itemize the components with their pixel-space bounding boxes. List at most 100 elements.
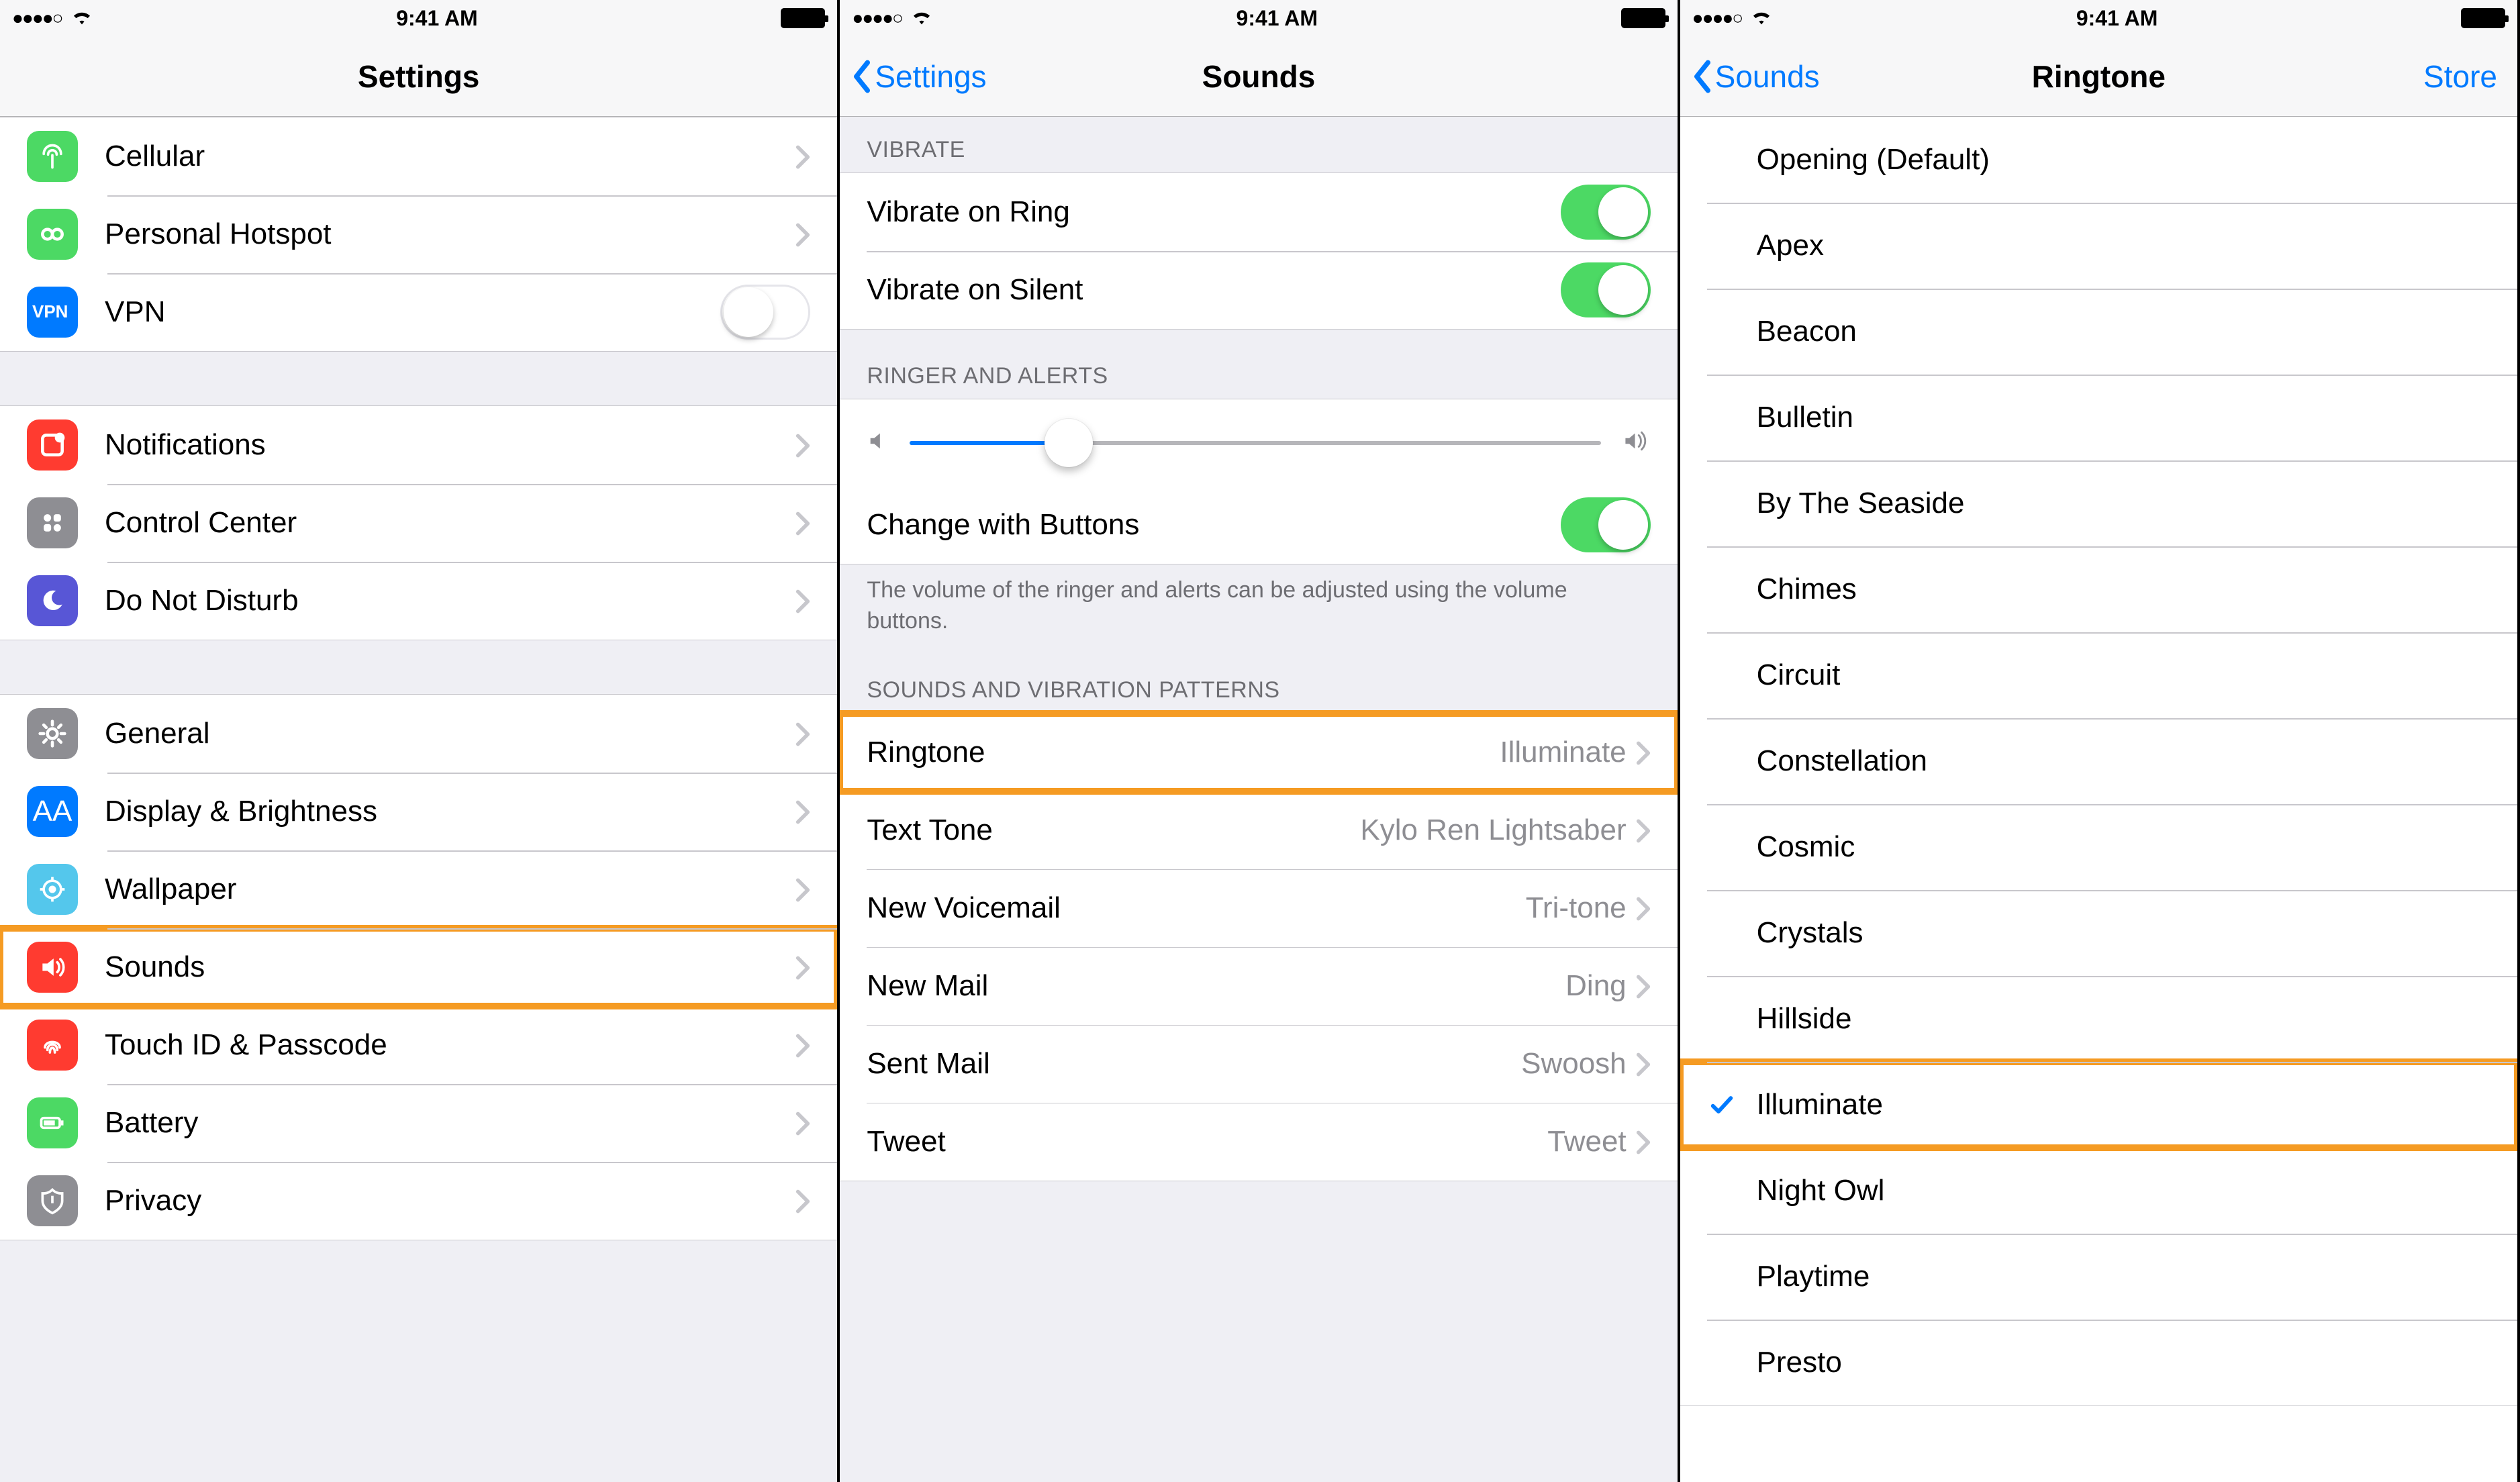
settings-cell-privacy[interactable]: Privacy xyxy=(0,1162,837,1240)
cell-label: Cellular xyxy=(105,140,795,173)
cell-detail: Ding xyxy=(1565,969,1627,1003)
cell-label: General xyxy=(105,717,795,750)
chevron-right-icon xyxy=(795,1110,810,1136)
ringtone-item[interactable]: By The Seaside xyxy=(1680,460,2517,546)
group-header-patterns: SOUNDS AND VIBRATION PATTERNS xyxy=(840,644,1677,713)
chevron-right-icon xyxy=(1636,740,1651,765)
chevron-right-icon xyxy=(795,510,810,536)
settings-cell-battery[interactable]: Battery xyxy=(0,1084,837,1162)
toggle[interactable] xyxy=(1561,185,1651,240)
cell-label: New Mail xyxy=(867,969,1565,1003)
settings-cell-wallpaper[interactable]: Wallpaper xyxy=(0,850,837,928)
ringtone-item[interactable]: Circuit xyxy=(1680,632,2517,718)
nav-bar: Sounds Ringtone Store xyxy=(1680,36,2517,117)
cell-vibrate-on-ring[interactable]: Vibrate on Ring xyxy=(840,173,1677,251)
ringtone-item[interactable]: Apex xyxy=(1680,203,2517,289)
back-button[interactable]: Settings xyxy=(852,58,986,95)
battery-icon xyxy=(2461,8,2505,28)
cell-detail: Swoosh xyxy=(1521,1047,1627,1081)
group-footer-ringer: The volume of the ringer and alerts can … xyxy=(840,564,1677,644)
cell-detail: Kylo Ren Lightsaber xyxy=(1360,813,1626,847)
store-button[interactable]: Store xyxy=(2423,58,2497,95)
ringtone-item[interactable]: Constellation xyxy=(1680,718,2517,804)
status-time: 9:41 AM xyxy=(2076,6,2158,31)
cell-label: Privacy xyxy=(105,1184,795,1218)
cell-vibrate-on-silent[interactable]: Vibrate on Silent xyxy=(840,251,1677,329)
cell-text-tone[interactable]: Text ToneKylo Ren Lightsaber xyxy=(840,791,1677,869)
chevron-right-icon xyxy=(795,721,810,746)
cell-label: Do Not Disturb xyxy=(105,584,795,618)
ringtone-item[interactable]: Night Owl xyxy=(1680,1148,2517,1234)
chevron-right-icon xyxy=(795,588,810,613)
signal-dots: ●●●●○ xyxy=(1692,7,1743,29)
ringer-volume-slider[interactable] xyxy=(840,399,1677,486)
cell-label: Sounds xyxy=(105,950,795,984)
cell-ringtone[interactable]: RingtoneIlluminate xyxy=(840,713,1677,791)
control-icon xyxy=(27,497,78,548)
ringtone-label: Hillside xyxy=(1757,1002,2490,1036)
general-icon xyxy=(27,708,78,759)
toggle[interactable] xyxy=(1561,262,1651,317)
nav-bar: Settings Sounds xyxy=(840,36,1677,117)
dnd-icon xyxy=(27,575,78,626)
ringtone-item[interactable]: Presto xyxy=(1680,1320,2517,1405)
settings-cell-display[interactable]: AADisplay & Brightness xyxy=(0,773,837,850)
ringtone-item[interactable]: Cosmic xyxy=(1680,804,2517,890)
cell-new-mail[interactable]: New MailDing xyxy=(840,947,1677,1025)
settings-cell-control[interactable]: Control Center xyxy=(0,484,837,562)
status-bar: ●●●●○ 9:41 AM xyxy=(0,0,837,36)
ringtone-item[interactable]: Bulletin xyxy=(1680,375,2517,460)
sounds-list[interactable]: VIBRATE Vibrate on RingVibrate on Silent… xyxy=(840,117,1677,1482)
cell-sent-mail[interactable]: Sent MailSwoosh xyxy=(840,1025,1677,1103)
ringtone-item[interactable]: Illuminate xyxy=(1680,1062,2517,1148)
slider-thumb[interactable] xyxy=(1045,419,1093,467)
settings-cell-touchid[interactable]: Touch ID & Passcode xyxy=(0,1006,837,1084)
ringtone-label: Presto xyxy=(1757,1346,2490,1379)
chevron-right-icon xyxy=(795,221,810,247)
ringtone-item[interactable]: Hillside xyxy=(1680,976,2517,1062)
settings-list[interactable]: Cellular Personal HotspotVPNVPN Notificat… xyxy=(0,117,837,1482)
cell-label: Battery xyxy=(105,1106,795,1140)
wifi-icon xyxy=(1750,6,1773,31)
vpn-icon: VPN xyxy=(27,287,78,338)
toggle-change-with-buttons[interactable] xyxy=(1561,497,1651,552)
settings-cell-notifications[interactable]: Notifications xyxy=(0,406,837,484)
back-button[interactable]: Sounds xyxy=(1692,58,1820,95)
slider-track[interactable] xyxy=(910,441,1600,445)
cell-label: Vibrate on Ring xyxy=(867,195,1560,229)
settings-cell-cellular[interactable]: Cellular xyxy=(0,117,837,195)
settings-cell-general[interactable]: General xyxy=(0,695,837,773)
chevron-right-icon xyxy=(1636,818,1651,843)
ringtone-label: Bulletin xyxy=(1757,401,2490,434)
battery-icon xyxy=(781,8,825,28)
ringtone-item[interactable]: Chimes xyxy=(1680,546,2517,632)
page-title: Sounds xyxy=(1202,58,1316,95)
chevron-back-icon xyxy=(852,60,872,93)
settings-cell-dnd[interactable]: Do Not Disturb xyxy=(0,562,837,640)
ringtone-label: Constellation xyxy=(1757,744,2490,778)
battery-icon xyxy=(1621,8,1665,28)
cell-new-voicemail[interactable]: New VoicemailTri-tone xyxy=(840,869,1677,947)
ringtone-item[interactable]: Crystals xyxy=(1680,890,2517,976)
ringtone-list[interactable]: Opening (Default)ApexBeacon Bulletin By Th… xyxy=(1680,117,2517,1482)
chevron-right-icon xyxy=(795,799,810,824)
chevron-right-icon xyxy=(795,877,810,902)
ringtone-item[interactable]: Opening (Default) xyxy=(1680,117,2517,203)
wifi-icon xyxy=(910,6,933,31)
ringtone-item[interactable]: Playtime xyxy=(1680,1234,2517,1320)
privacy-icon xyxy=(27,1175,78,1226)
nav-bar: Settings xyxy=(0,36,837,117)
toggle-vpn[interactable] xyxy=(720,285,810,340)
notifications-icon xyxy=(27,419,78,471)
back-label: Settings xyxy=(875,58,986,95)
cell-change-with-buttons[interactable]: Change with Buttons xyxy=(840,486,1677,564)
cell-label: Touch ID & Passcode xyxy=(105,1028,795,1062)
cell-detail: Tweet xyxy=(1547,1125,1626,1158)
settings-cell-vpn[interactable]: VPNVPN xyxy=(0,273,837,351)
ringtone-label: Night Owl xyxy=(1757,1174,2490,1207)
cell-tweet[interactable]: TweetTweet xyxy=(840,1103,1677,1181)
ringtone-item[interactable]: Beacon xyxy=(1680,289,2517,375)
settings-cell-hotspot[interactable]: Personal Hotspot xyxy=(0,195,837,273)
sounds-icon xyxy=(27,942,78,993)
settings-cell-sounds[interactable]: Sounds xyxy=(0,928,837,1006)
